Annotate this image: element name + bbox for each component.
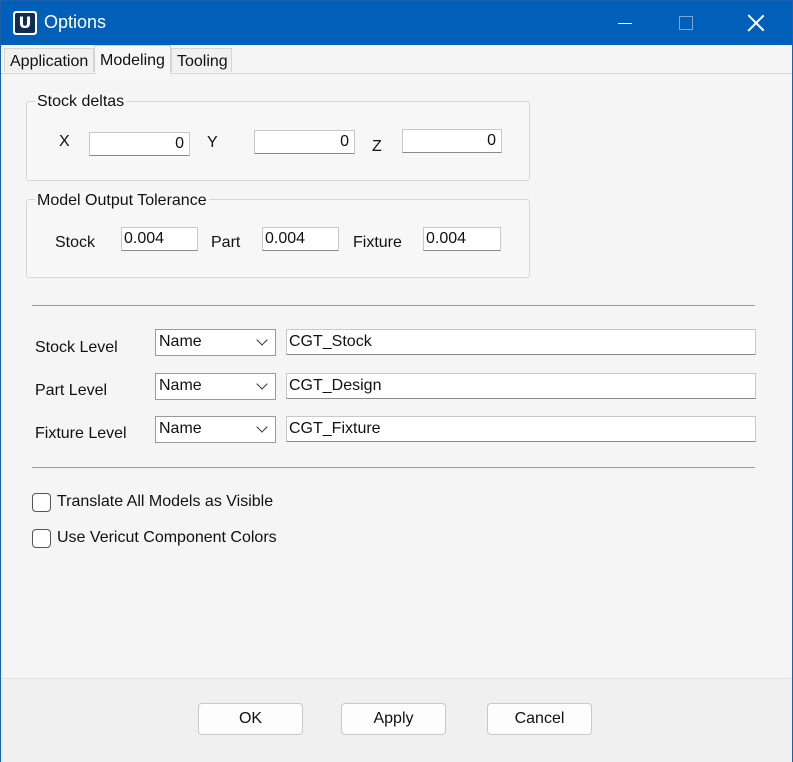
stock-level-field[interactable] [286, 329, 756, 355]
x-label: X [59, 133, 70, 150]
fixture-level-select-value: Name [159, 420, 202, 437]
minimize-icon [618, 22, 632, 24]
tab-application[interactable]: Application [4, 48, 94, 72]
options-dialog: U Options Application Modeling Tooling S… [0, 0, 793, 762]
app-icon-letter: U [15, 13, 35, 33]
component-colors-label[interactable]: Use Vericut Component Colors [57, 529, 277, 547]
part-level-field[interactable] [286, 373, 756, 399]
translate-visible-checkbox[interactable] [32, 493, 51, 512]
separator-top [32, 305, 755, 306]
maximize-icon [679, 16, 693, 30]
stock-level-select-value: Name [159, 333, 202, 350]
ok-button[interactable]: OK [198, 703, 303, 735]
part-tolerance-field[interactable] [262, 227, 339, 251]
maximize-button[interactable] [656, 1, 716, 45]
component-colors-checkbox[interactable] [32, 529, 51, 548]
part-level-select[interactable]: Name [155, 373, 276, 400]
button-bar: OK Apply Cancel [1, 678, 792, 762]
tab-strip: Application Modeling Tooling [1, 45, 792, 74]
title-bar[interactable]: U Options [1, 1, 792, 45]
fixture-tolerance-field[interactable] [423, 227, 501, 251]
window-title: Options [44, 12, 107, 32]
x-delta-field[interactable] [89, 132, 190, 156]
fixture-level-select[interactable]: Name [155, 416, 276, 443]
stock-level-select[interactable]: Name [155, 329, 276, 356]
stock-level-label: Stock Level [35, 339, 118, 356]
chevron-down-icon [256, 378, 268, 390]
separator-bottom [32, 467, 755, 468]
stock-tolerance-label: Stock [55, 234, 96, 251]
chevron-down-icon [256, 421, 268, 433]
tab-tooling[interactable]: Tooling [171, 48, 232, 72]
fixture-level-label: Fixture Level [35, 425, 127, 442]
close-icon [747, 14, 765, 32]
tab-modeling[interactable]: Modeling [94, 45, 171, 74]
y-label: Y [207, 134, 218, 151]
y-delta-field[interactable] [254, 130, 355, 154]
stock-deltas-title: Stock deltas [35, 93, 127, 111]
z-label: Z [372, 138, 382, 155]
part-level-select-value: Name [159, 377, 202, 394]
chevron-down-icon [256, 334, 268, 346]
part-level-label: Part Level [35, 382, 108, 399]
stock-tolerance-field[interactable] [121, 227, 198, 251]
app-icon: U [13, 11, 37, 35]
apply-button[interactable]: Apply [341, 703, 446, 735]
z-delta-field[interactable] [402, 129, 502, 153]
minimize-button[interactable] [595, 1, 655, 45]
fixture-tolerance-label: Fixture [353, 234, 402, 251]
cancel-button[interactable]: Cancel [487, 703, 592, 735]
translate-visible-label[interactable]: Translate All Models as Visible [57, 493, 273, 511]
close-button[interactable] [726, 1, 786, 45]
part-tolerance-label: Part [211, 234, 241, 251]
fixture-level-field[interactable] [286, 416, 756, 442]
tolerance-title: Model Output Tolerance [35, 192, 209, 210]
